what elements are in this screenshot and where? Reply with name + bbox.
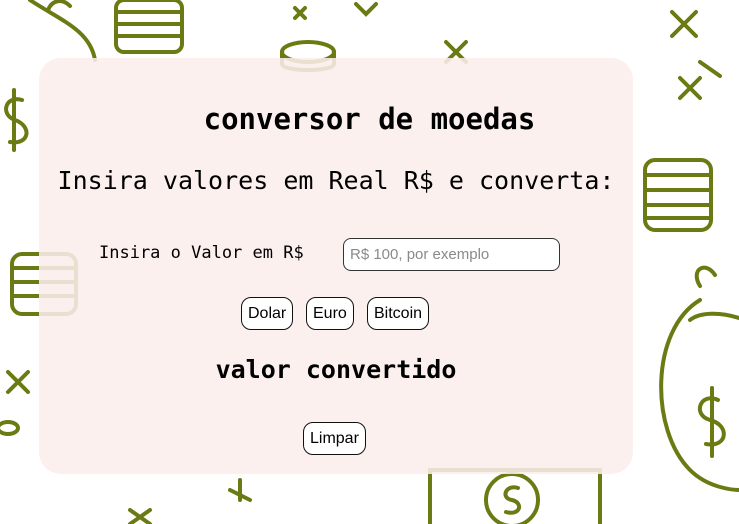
converted-value-display: valor convertido xyxy=(215,355,457,384)
clear-button[interactable]: Limpar xyxy=(303,422,366,455)
money-bag-icon xyxy=(28,0,97,62)
sparkle-icon xyxy=(128,508,152,524)
page-title: conversor de moedas xyxy=(203,102,536,136)
instructions-subtitle: Insira valores em Real R$ e converta: xyxy=(57,166,615,195)
coin-stack-icon xyxy=(114,0,184,54)
dolar-button[interactable]: Dolar xyxy=(241,297,294,330)
bitcoin-button[interactable]: Bitcoin xyxy=(367,297,430,330)
coin-icon xyxy=(0,420,20,436)
euro-button[interactable]: Euro xyxy=(306,297,354,330)
value-input-label: Insira o Valor em R$ xyxy=(99,243,304,263)
banknote-icon xyxy=(428,468,602,524)
money-bag-icon xyxy=(659,265,739,492)
value-input[interactable] xyxy=(343,238,560,271)
